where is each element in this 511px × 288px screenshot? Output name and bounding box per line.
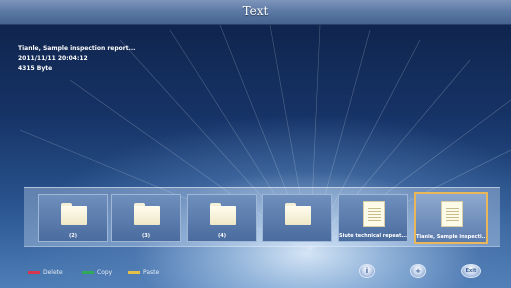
document-icon bbox=[441, 201, 463, 227]
folder-icon bbox=[210, 203, 236, 225]
info-button[interactable]: i bbox=[359, 264, 375, 278]
document-icon bbox=[363, 201, 385, 227]
add-button[interactable]: + bbox=[410, 264, 426, 278]
folder-icon bbox=[134, 203, 160, 225]
hint-paste[interactable]: Paste bbox=[128, 269, 159, 277]
thumbnail-label: (4) bbox=[217, 233, 227, 239]
thumbnail-label: (3) bbox=[141, 233, 151, 239]
thumbnail-document-selected[interactable]: Tianle, Sample inspecti... bbox=[414, 192, 488, 244]
file-info-panel: Tianle, Sample inspection report... 2011… bbox=[18, 44, 135, 74]
red-key-icon bbox=[28, 271, 40, 274]
window-title: Text bbox=[242, 4, 269, 18]
thumbnail-folder-2[interactable]: (2) bbox=[38, 194, 108, 242]
folder-icon bbox=[285, 203, 311, 225]
thumbnail-label: (2) bbox=[68, 233, 78, 239]
screen: Text Tianle, Sample inspection report...… bbox=[0, 0, 511, 288]
green-key-icon bbox=[82, 271, 94, 274]
thumbnail-document[interactable]: Siute technical repeat... bbox=[338, 194, 408, 242]
file-datetime: 2011/11/11 20:04:12 bbox=[18, 55, 88, 62]
thumbnail-label: Tianle, Sample inspecti... bbox=[416, 234, 486, 240]
thumbnail-folder-4[interactable]: (4) bbox=[187, 194, 257, 242]
yellow-key-icon bbox=[128, 271, 140, 274]
file-size: 4315 Byte bbox=[18, 65, 53, 72]
title-bar: Text bbox=[0, 0, 511, 25]
exit-button[interactable]: Exit bbox=[461, 264, 481, 278]
hint-delete[interactable]: Delete bbox=[28, 269, 63, 277]
thumbnail-folder[interactable] bbox=[262, 194, 332, 242]
file-name: Tianle, Sample inspection report... bbox=[18, 45, 136, 52]
thumbnail-label: Siute technical repeat... bbox=[339, 233, 407, 239]
thumbnail-folder-3[interactable]: (3) bbox=[111, 194, 181, 242]
folder-icon bbox=[61, 203, 87, 225]
hint-copy[interactable]: Copy bbox=[82, 269, 112, 277]
